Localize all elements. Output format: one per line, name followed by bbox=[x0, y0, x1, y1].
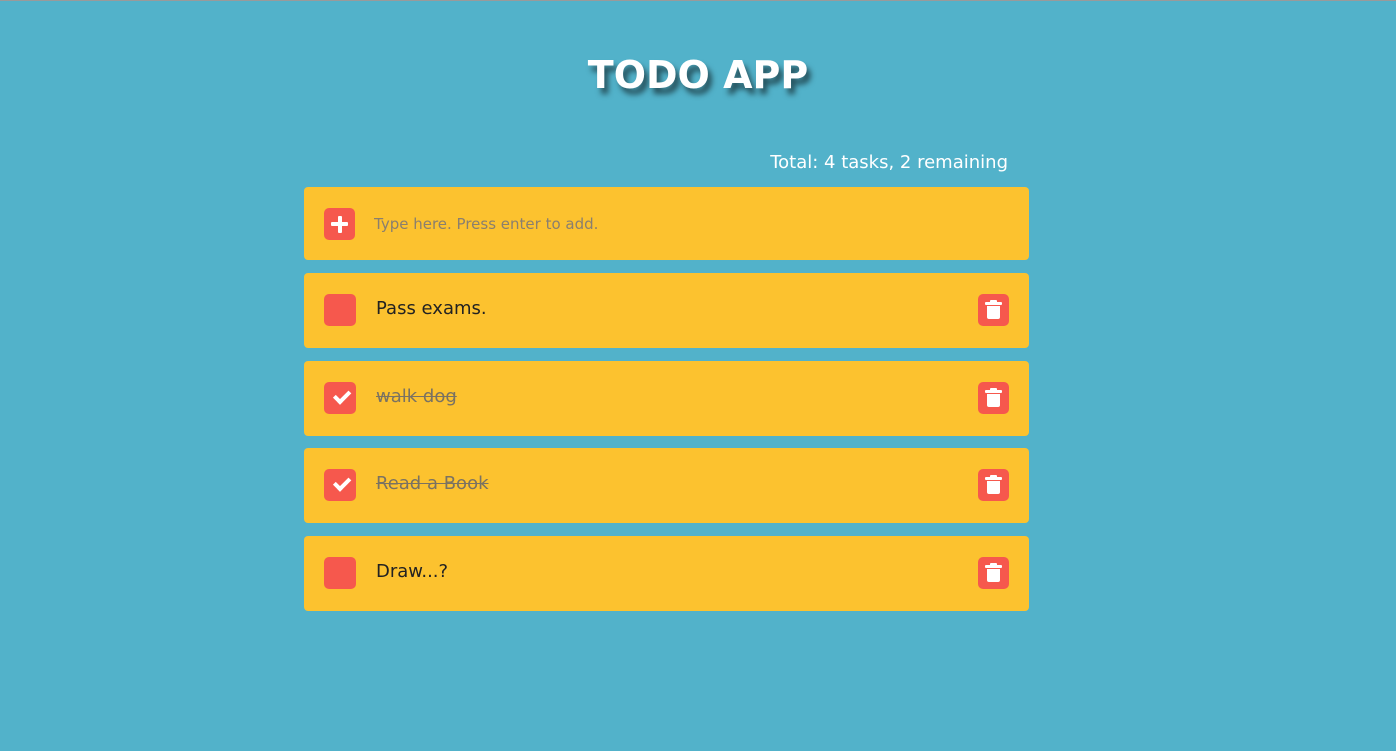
task-text: walk dog bbox=[376, 385, 457, 407]
delete-task-button[interactable] bbox=[978, 469, 1009, 501]
task-row: Pass exams. bbox=[304, 273, 1029, 348]
delete-task-button[interactable] bbox=[978, 294, 1009, 326]
task-row: Read a Book bbox=[304, 448, 1029, 523]
delete-task-button[interactable] bbox=[978, 556, 1009, 589]
task-checkbox[interactable] bbox=[324, 469, 356, 501]
checkmark-icon bbox=[332, 385, 352, 405]
add-task-button[interactable] bbox=[324, 208, 355, 240]
checkmark-icon bbox=[332, 473, 352, 492]
task-checkbox[interactable] bbox=[324, 294, 356, 326]
task-row: Draw...? bbox=[304, 535, 1029, 611]
task-text: Draw...? bbox=[376, 560, 449, 582]
add-task-card bbox=[304, 187, 1029, 260]
task-summary: Total: 4 tasks, 2 remaining bbox=[770, 152, 1008, 173]
task-text: Read a Book bbox=[376, 473, 489, 494]
task-checkbox[interactable] bbox=[324, 381, 356, 414]
task-row: walk dog bbox=[304, 360, 1029, 436]
page-title: TODO APP bbox=[587, 53, 809, 97]
task-text: Pass exams. bbox=[376, 298, 487, 319]
task-checkbox[interactable] bbox=[324, 556, 356, 589]
add-task-input[interactable] bbox=[374, 207, 994, 241]
delete-task-button[interactable] bbox=[978, 381, 1009, 414]
